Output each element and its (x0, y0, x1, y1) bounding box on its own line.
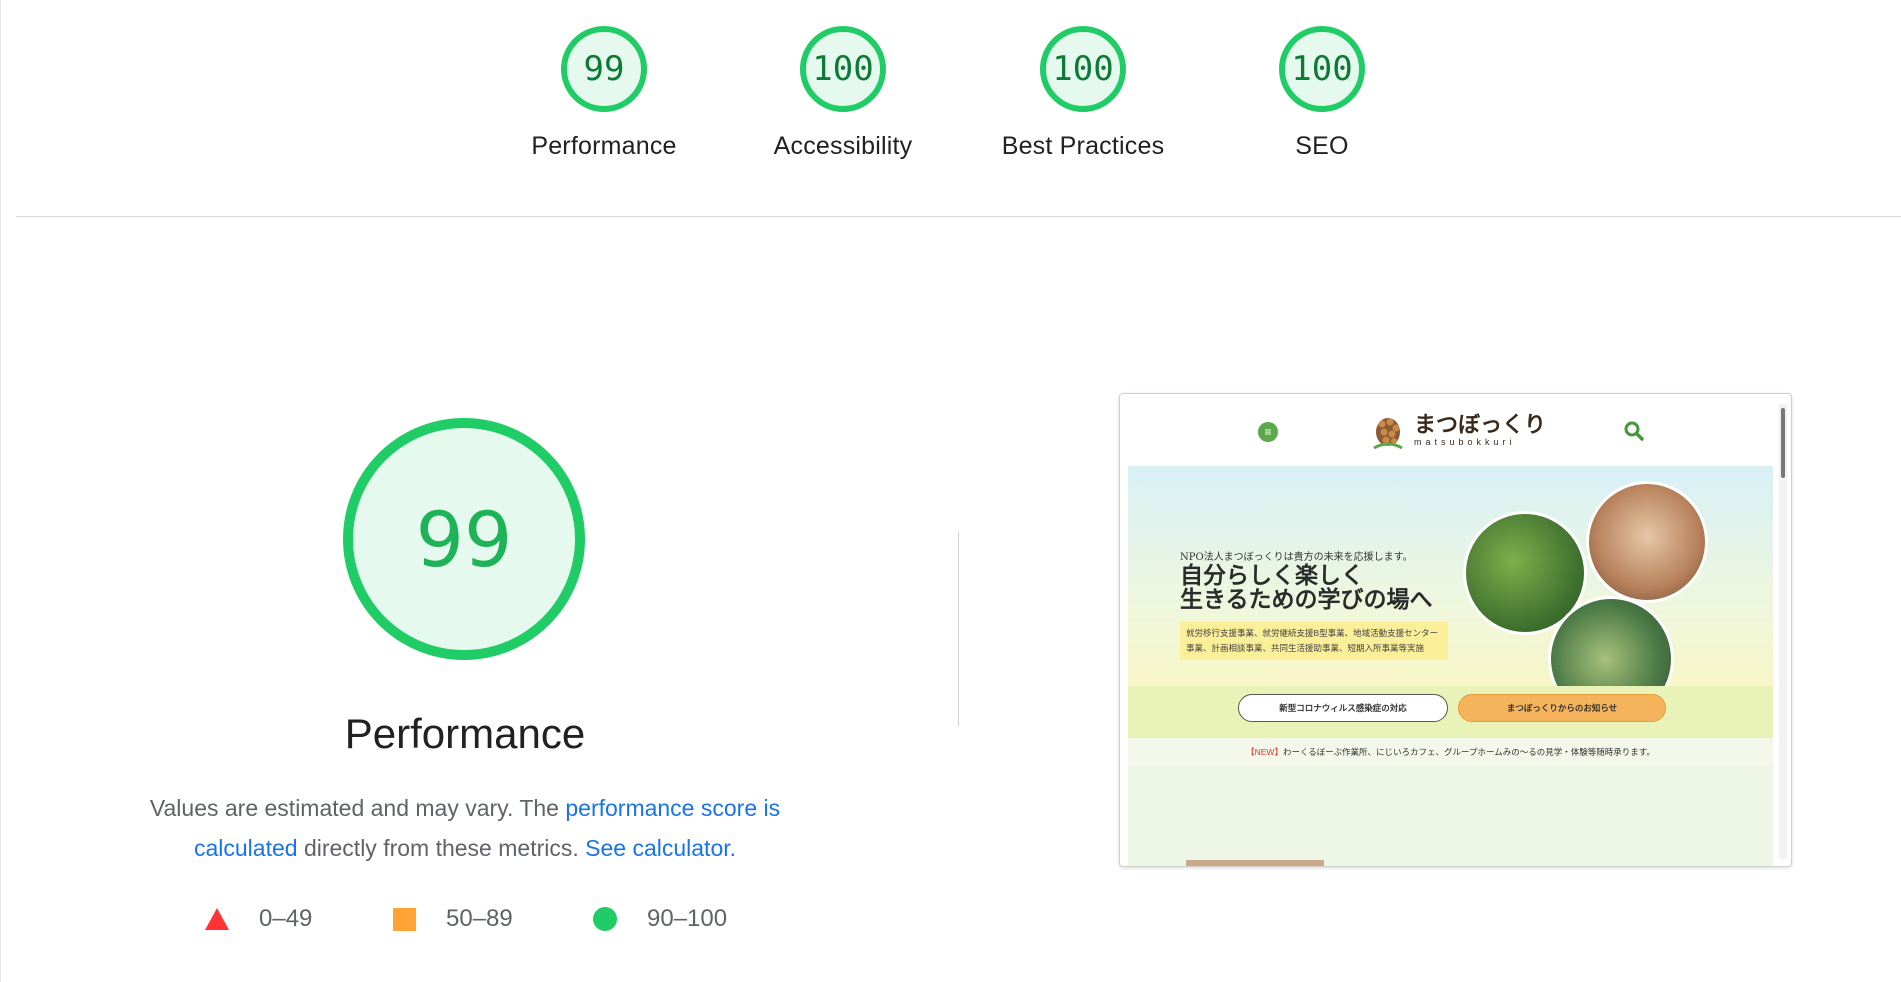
gauge-score: 100 (1291, 49, 1353, 89)
hero-headline-line1: 自分らしく楽しく (1180, 562, 1364, 589)
search-icon (1624, 421, 1644, 441)
hero-photo-circle (1586, 481, 1708, 603)
gauge-score: 100 (1052, 49, 1114, 89)
news-ticker: 【NEW】わーくるぼーぶ作業所、にじいろカフェ、グループホームみの～るの見学・体… (1128, 738, 1773, 766)
legend-pass: 90–100 (593, 905, 727, 933)
gauge-performance[interactable]: 99 Performance (504, 26, 704, 161)
gauge-best-practices[interactable]: 100 Best Practices (983, 26, 1183, 161)
gauge-score: 100 (812, 49, 874, 89)
description-text: Values are estimated and may vary. The (149, 795, 566, 821)
gauge-label: SEO (1295, 132, 1349, 160)
pass-circle-icon (593, 907, 617, 931)
performance-title: Performance (344, 710, 586, 757)
news-text: わーくるぼーぶ作業所、にじいろカフェ、グループホームみの～るの見学・体験等随時承… (1282, 747, 1655, 757)
gauge-label: Accessibility (773, 132, 913, 160)
performance-gauge-ring: 99 (343, 418, 585, 660)
see-calculator-link[interactable]: See calculator. (585, 835, 736, 861)
pinecone-icon (1373, 418, 1403, 450)
legend-average: 50–89 (393, 905, 513, 933)
performance-gauge: 99 (343, 418, 585, 660)
gauge-ring: 99 (561, 26, 647, 112)
gauge-ring: 100 (1279, 26, 1365, 112)
news-button: まつぼっくりからのお知らせ (1458, 694, 1666, 722)
hero-services-box: 就労移行支援事業、就労継続支援B型事業、地域活動支援センター事業、計画相談事業、… (1180, 622, 1448, 660)
performance-description: Values are estimated and may vary. The p… (100, 788, 830, 868)
gauge-label: Best Practices (1001, 132, 1165, 160)
hero-headline: 自分らしく楽しく 生きるための学びの場へ (1180, 564, 1433, 612)
performance-score: 99 (415, 494, 513, 584)
legend-pass-range: 90–100 (647, 905, 728, 932)
logo-romaji: matsubokkuri (1414, 437, 1516, 447)
button-bar (1128, 686, 1773, 738)
legend-average-range: 50–89 (446, 905, 513, 932)
gauge-ring: 100 (800, 26, 886, 112)
gauge-label: Performance (531, 132, 677, 160)
content-card-edge (1186, 860, 1324, 866)
fail-triangle-icon (205, 908, 229, 930)
hero-headline-line2: 生きるための学びの場へ (1180, 586, 1433, 613)
final-screenshot-thumbnail[interactable]: ≡ まつぼっくり matsubokkuri NPO法人まつぼっくりは貴方の未来を… (1119, 393, 1792, 867)
logo-japanese: まつぼっくり (1414, 412, 1547, 437)
gauge-seo[interactable]: 100 SEO (1222, 26, 1422, 161)
site-header: ≡ まつぼっくり matsubokkuri (1120, 394, 1775, 462)
page-lower-section (1128, 766, 1773, 866)
score-summary: 99 Performance 100 Accessibility 100 Bes… (0, 26, 1901, 186)
average-square-icon (393, 907, 416, 931)
gauge-accessibility[interactable]: 100 Accessibility (743, 26, 943, 161)
legend-fail-range: 0–49 (259, 905, 313, 932)
hero-lead: NPO法人まつぼっくりは貴方の未来を応援します。 (1180, 552, 1413, 563)
thumbnail-scrollbar-thumb (1781, 408, 1785, 478)
hamburger-menu-icon: ≡ (1258, 422, 1278, 442)
legend-fail: 0–49 (205, 905, 312, 933)
description-text: directly from these metrics. (297, 835, 586, 861)
site-logo: まつぼっくり matsubokkuri (1370, 410, 1546, 450)
gauge-score: 99 (583, 49, 625, 89)
gauge-ring: 100 (1040, 26, 1126, 112)
covid-response-button: 新型コロナウィルス感染症の対応 (1238, 694, 1448, 722)
section-divider (16, 216, 1901, 217)
vertical-separator (958, 532, 959, 726)
news-tag: 【NEW】 (1246, 747, 1283, 757)
